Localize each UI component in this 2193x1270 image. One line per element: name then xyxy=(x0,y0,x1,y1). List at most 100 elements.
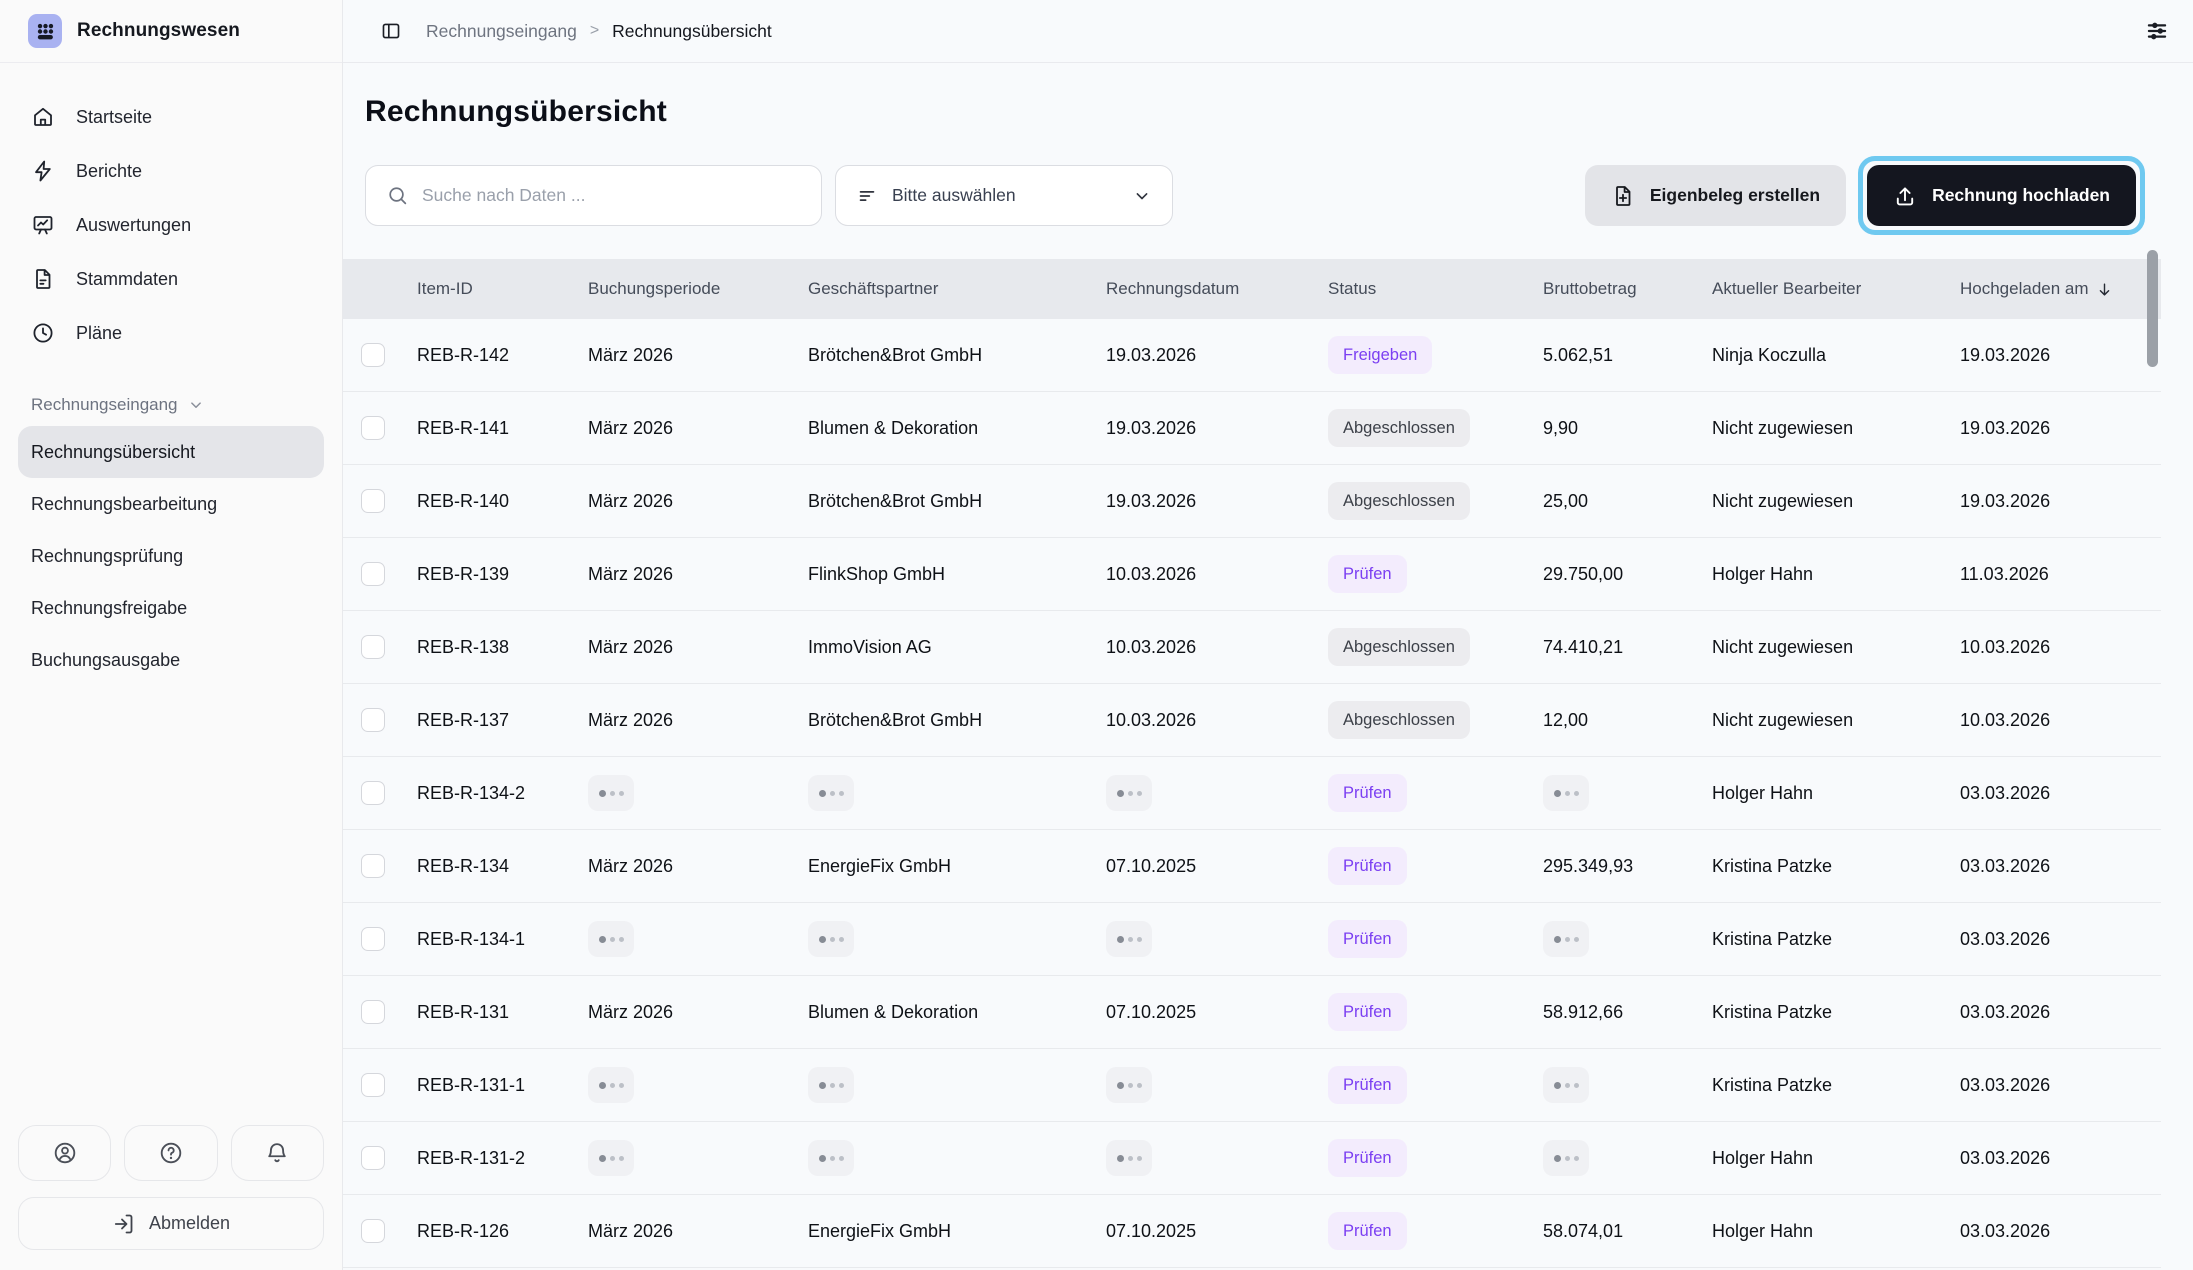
cell-item-id: REB-R-139 xyxy=(417,564,588,585)
sidebar-item-berichte[interactable]: Berichte xyxy=(18,144,324,198)
vertical-scrollbar-thumb[interactable] xyxy=(2147,250,2158,367)
row-checkbox[interactable] xyxy=(361,854,385,878)
row-checkbox[interactable] xyxy=(361,1073,385,1097)
row-checkbox[interactable] xyxy=(361,1146,385,1170)
chart-board-icon xyxy=(31,213,55,237)
redacted-value-placeholder xyxy=(588,1140,634,1176)
sidebar-toggle-button[interactable] xyxy=(380,20,402,42)
cell-buchungsperiode: März 2026 xyxy=(588,710,808,731)
row-checkbox-cell xyxy=(343,1219,417,1243)
table-row[interactable]: REB-R-140März 2026Brötchen&Brot GmbH19.0… xyxy=(343,465,2161,538)
cell-status: Freigeben xyxy=(1328,336,1543,374)
cell-buchungsperiode xyxy=(588,1140,808,1176)
cell-item-id: REB-R-140 xyxy=(417,491,588,512)
sidebar-subitem-5[interactable]: Buchungsausgabe xyxy=(18,634,324,686)
table-row[interactable]: REB-R-134-2PrüfenHolger Hahn03.03.2026 xyxy=(343,757,2161,830)
table-row[interactable]: REB-R-131-2PrüfenHolger Hahn03.03.2026 xyxy=(343,1122,2161,1195)
row-checkbox[interactable] xyxy=(361,635,385,659)
cell-status: Prüfen xyxy=(1328,1139,1543,1177)
sidebar-item-stammdaten[interactable]: Stammdaten xyxy=(18,252,324,306)
row-checkbox-cell xyxy=(343,781,417,805)
cell-rechnungsdatum xyxy=(1106,1140,1328,1176)
cell-rechnungsdatum: 10.03.2026 xyxy=(1106,637,1328,658)
cell-status: Prüfen xyxy=(1328,1212,1543,1250)
column-header-status[interactable]: Status xyxy=(1328,279,1543,299)
cell-status: Prüfen xyxy=(1328,555,1543,593)
cell-rechnungsdatum: 07.10.2025 xyxy=(1106,856,1328,877)
table-row[interactable]: REB-R-134-1PrüfenKristina Patzke03.03.20… xyxy=(343,903,2161,976)
row-checkbox[interactable] xyxy=(361,781,385,805)
cell-aktueller-bearbeiter: Nicht zugewiesen xyxy=(1712,710,1960,731)
redacted-value-placeholder xyxy=(588,1067,634,1103)
row-checkbox[interactable] xyxy=(361,708,385,732)
table-row[interactable]: REB-R-126März 2026EnergieFix GmbH07.10.2… xyxy=(343,1195,2161,1268)
search-input[interactable] xyxy=(422,185,801,206)
table-row[interactable]: REB-R-141März 2026Blumen & Dekoration19.… xyxy=(343,392,2161,465)
column-header-gesch-ftspartner[interactable]: Geschäftspartner xyxy=(808,279,1106,299)
row-checkbox[interactable] xyxy=(361,1219,385,1243)
cell-aktueller-bearbeiter: Holger Hahn xyxy=(1712,783,1960,804)
table-row[interactable]: REB-R-131-1PrüfenKristina Patzke03.03.20… xyxy=(343,1049,2161,1122)
sidebar-subitem-1[interactable]: Rechnungsübersicht xyxy=(18,426,324,478)
row-checkbox-cell xyxy=(343,562,417,586)
column-header-item-id[interactable]: Item-ID xyxy=(417,279,588,299)
column-header-buchungsperiode[interactable]: Buchungsperiode xyxy=(588,279,808,299)
cell-buchungsperiode: März 2026 xyxy=(588,418,808,439)
cell-aktueller-bearbeiter: Kristina Patzke xyxy=(1712,856,1960,877)
redacted-value-placeholder xyxy=(1543,1067,1589,1103)
column-header-label: Bruttobetrag xyxy=(1543,279,1637,299)
sidebar-footer: Abmelden xyxy=(0,1125,342,1270)
cell-aktueller-bearbeiter: Holger Hahn xyxy=(1712,1148,1960,1169)
table-row[interactable]: REB-R-139März 2026FlinkShop GmbH10.03.20… xyxy=(343,538,2161,611)
sidebar: Rechnungswesen StartseiteBerichteAuswert… xyxy=(0,0,343,1270)
help-button[interactable] xyxy=(124,1125,217,1181)
row-checkbox[interactable] xyxy=(361,1000,385,1024)
cell-bruttobetrag: 295.349,93 xyxy=(1543,856,1712,877)
sidebar-subitem-3[interactable]: Rechnungsprüfung xyxy=(18,530,324,582)
cell-item-id: REB-R-134 xyxy=(417,856,588,877)
create-receipt-button[interactable]: Eigenbeleg erstellen xyxy=(1585,165,1846,226)
sidebar-subitem-4[interactable]: Rechnungsfreigabe xyxy=(18,582,324,634)
column-header-aktueller-bearbeiter[interactable]: Aktueller Bearbeiter xyxy=(1712,279,1960,299)
sidebar-item-label: Pläne xyxy=(76,323,122,344)
row-checkbox[interactable] xyxy=(361,489,385,513)
upload-invoice-button[interactable]: Rechnung hochladen xyxy=(1867,165,2136,226)
table-row[interactable]: REB-R-138März 2026ImmoVision AG10.03.202… xyxy=(343,611,2161,684)
document-icon xyxy=(31,267,55,291)
sidebar-item-startseite[interactable]: Startseite xyxy=(18,90,324,144)
row-checkbox[interactable] xyxy=(361,562,385,586)
notifications-button[interactable] xyxy=(231,1125,324,1181)
sort-desc-icon xyxy=(2096,281,2113,298)
cell-rechnungsdatum: 19.03.2026 xyxy=(1106,491,1328,512)
panel-icon xyxy=(380,20,402,42)
breadcrumb-parent[interactable]: Rechnungseingang xyxy=(426,21,577,42)
cell-rechnungsdatum xyxy=(1106,1067,1328,1103)
table-row[interactable]: REB-R-131März 2026Blumen & Dekoration07.… xyxy=(343,976,2161,1049)
row-checkbox[interactable] xyxy=(361,343,385,367)
table-row[interactable]: REB-R-142März 2026Brötchen&Brot GmbH19.0… xyxy=(343,319,2161,392)
cell-hochgeladen-am: 19.03.2026 xyxy=(1960,345,2161,366)
cell-item-id: REB-R-131-2 xyxy=(417,1148,588,1169)
table-row[interactable]: REB-R-137März 2026Brötchen&Brot GmbH10.0… xyxy=(343,684,2161,757)
column-header-label: Hochgeladen am xyxy=(1960,279,2089,299)
sidebar-item-pläne[interactable]: Pläne xyxy=(18,306,324,360)
row-checkbox[interactable] xyxy=(361,416,385,440)
column-header-hochgeladen-am[interactable]: Hochgeladen am xyxy=(1960,279,2161,299)
redacted-value-placeholder xyxy=(588,775,634,811)
table-row[interactable]: REB-R-134März 2026EnergieFix GmbH07.10.2… xyxy=(343,830,2161,903)
status-badge: Prüfen xyxy=(1328,920,1407,958)
cell-aktueller-bearbeiter: Kristina Patzke xyxy=(1712,1075,1960,1096)
profile-button[interactable] xyxy=(18,1125,111,1181)
column-header-bruttobetrag[interactable]: Bruttobetrag xyxy=(1543,279,1712,299)
row-checkbox[interactable] xyxy=(361,927,385,951)
sidebar-item-auswertungen[interactable]: Auswertungen xyxy=(18,198,324,252)
cell-bruttobetrag: 9,90 xyxy=(1543,418,1712,439)
cell-geschaeftspartner: FlinkShop GmbH xyxy=(808,564,1106,585)
bell-icon xyxy=(264,1140,290,1166)
column-header-rechnungsdatum[interactable]: Rechnungsdatum xyxy=(1106,279,1328,299)
filter-select[interactable]: Bitte auswählen xyxy=(835,165,1173,226)
settings-sliders-button[interactable] xyxy=(2144,18,2170,44)
logout-button[interactable]: Abmelden xyxy=(18,1197,324,1250)
sidebar-section-header[interactable]: Rechnungseingang xyxy=(18,384,324,426)
sidebar-subitem-2[interactable]: Rechnungsbearbeitung xyxy=(18,478,324,530)
